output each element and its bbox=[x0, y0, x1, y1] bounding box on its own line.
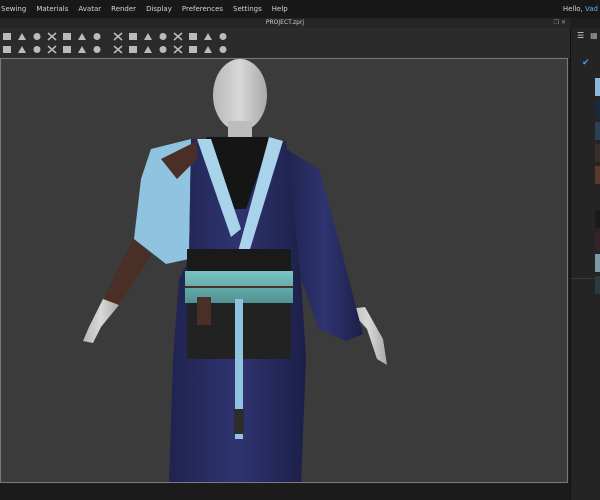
select-mesh-icon[interactable] bbox=[17, 32, 27, 41]
simulate-icon[interactable] bbox=[62, 45, 72, 54]
material-swatch[interactable] bbox=[595, 122, 600, 140]
fold-arrangement-icon[interactable] bbox=[32, 45, 42, 54]
buttonhole-icon[interactable] bbox=[188, 45, 198, 54]
flatten-icon[interactable] bbox=[77, 45, 87, 54]
menu-preferences[interactable]: Preferences bbox=[177, 5, 228, 13]
checkmark-icon[interactable]: ✔ bbox=[582, 58, 590, 68]
material-swatch[interactable] bbox=[595, 254, 600, 272]
menu-avatar[interactable]: Avatar bbox=[73, 5, 106, 13]
menu-settings[interactable]: Settings bbox=[228, 5, 267, 13]
menu-display[interactable]: Display bbox=[141, 5, 177, 13]
material-swatch[interactable] bbox=[595, 166, 600, 184]
material-swatch[interactable] bbox=[595, 144, 600, 162]
edit-sewing-icon[interactable] bbox=[173, 32, 183, 41]
button-icon[interactable] bbox=[173, 45, 183, 54]
pucker-icon[interactable] bbox=[158, 45, 168, 54]
material-swatch[interactable] bbox=[595, 232, 600, 250]
material-swatch[interactable] bbox=[595, 188, 600, 206]
user-greeting: Hello, Vad bbox=[563, 5, 598, 13]
close-icon[interactable]: ✕ bbox=[561, 19, 566, 26]
material-swatch[interactable] bbox=[595, 78, 600, 96]
free-sewing-icon[interactable] bbox=[158, 32, 168, 41]
sash-knot bbox=[197, 297, 211, 325]
menu-help[interactable]: Help bbox=[267, 5, 293, 13]
left-arm-band bbox=[103, 239, 151, 305]
move-icon[interactable] bbox=[17, 45, 27, 54]
internal-polygon-icon[interactable] bbox=[113, 32, 123, 41]
trim-icon[interactable] bbox=[218, 45, 228, 54]
material-swatch[interactable] bbox=[595, 210, 600, 228]
material-swatch-list bbox=[595, 78, 600, 298]
grid-icon[interactable]: ▦ bbox=[590, 31, 598, 40]
avatar-head bbox=[213, 59, 267, 143]
measure-icon[interactable] bbox=[218, 32, 228, 41]
panel-divider bbox=[571, 278, 600, 279]
avatar-left-hand bbox=[83, 297, 119, 343]
username-link[interactable]: Vad bbox=[585, 5, 598, 13]
pin-icon[interactable] bbox=[203, 32, 213, 41]
texture-icon[interactable] bbox=[113, 45, 123, 54]
3d-viewport[interactable] bbox=[0, 58, 568, 483]
edit-pattern-icon[interactable] bbox=[47, 32, 57, 41]
status-bar bbox=[0, 484, 570, 500]
avatar-icon[interactable] bbox=[47, 45, 57, 54]
tack-icon[interactable] bbox=[188, 32, 198, 41]
document-title-bar: PROJECT.zprj ❐ ✕ bbox=[0, 18, 570, 28]
document-title: PROJECT.zprj bbox=[265, 19, 305, 26]
segment-sewing-icon[interactable] bbox=[143, 32, 153, 41]
arrangement-icon[interactable] bbox=[92, 45, 102, 54]
material-swatch[interactable] bbox=[595, 100, 600, 118]
greeting-text: Hello, bbox=[562, 5, 586, 13]
object-browser-panel: ☰ ▦ ✔ bbox=[570, 28, 600, 500]
menu-sewing[interactable]: Sewing bbox=[0, 5, 31, 13]
rectangle-icon[interactable] bbox=[92, 32, 102, 41]
menu-bar: Sewing Materials Avatar Render Display P… bbox=[0, 0, 600, 18]
restore-icon[interactable]: ❐ bbox=[554, 19, 559, 26]
window-controls: ❐ ✕ bbox=[554, 18, 566, 28]
select-icon[interactable] bbox=[2, 45, 12, 54]
topstitch-icon[interactable] bbox=[143, 45, 153, 54]
menu-render[interactable]: Render bbox=[106, 5, 141, 13]
transform-pattern-icon[interactable] bbox=[32, 32, 42, 41]
tassel-end bbox=[234, 409, 244, 434]
dart-icon[interactable] bbox=[128, 32, 138, 41]
graphic-icon[interactable] bbox=[128, 45, 138, 54]
panel-tabs: ☰ ▦ bbox=[571, 28, 600, 42]
add-point-icon[interactable] bbox=[62, 32, 72, 41]
menu-materials[interactable]: Materials bbox=[31, 5, 73, 13]
fold-tool-icon[interactable] bbox=[2, 32, 12, 41]
list-icon[interactable]: ☰ bbox=[577, 31, 584, 40]
avatar-scene bbox=[83, 59, 387, 482]
tool-bar bbox=[0, 28, 570, 58]
polygon-icon[interactable] bbox=[77, 32, 87, 41]
zipper-icon[interactable] bbox=[203, 45, 213, 54]
